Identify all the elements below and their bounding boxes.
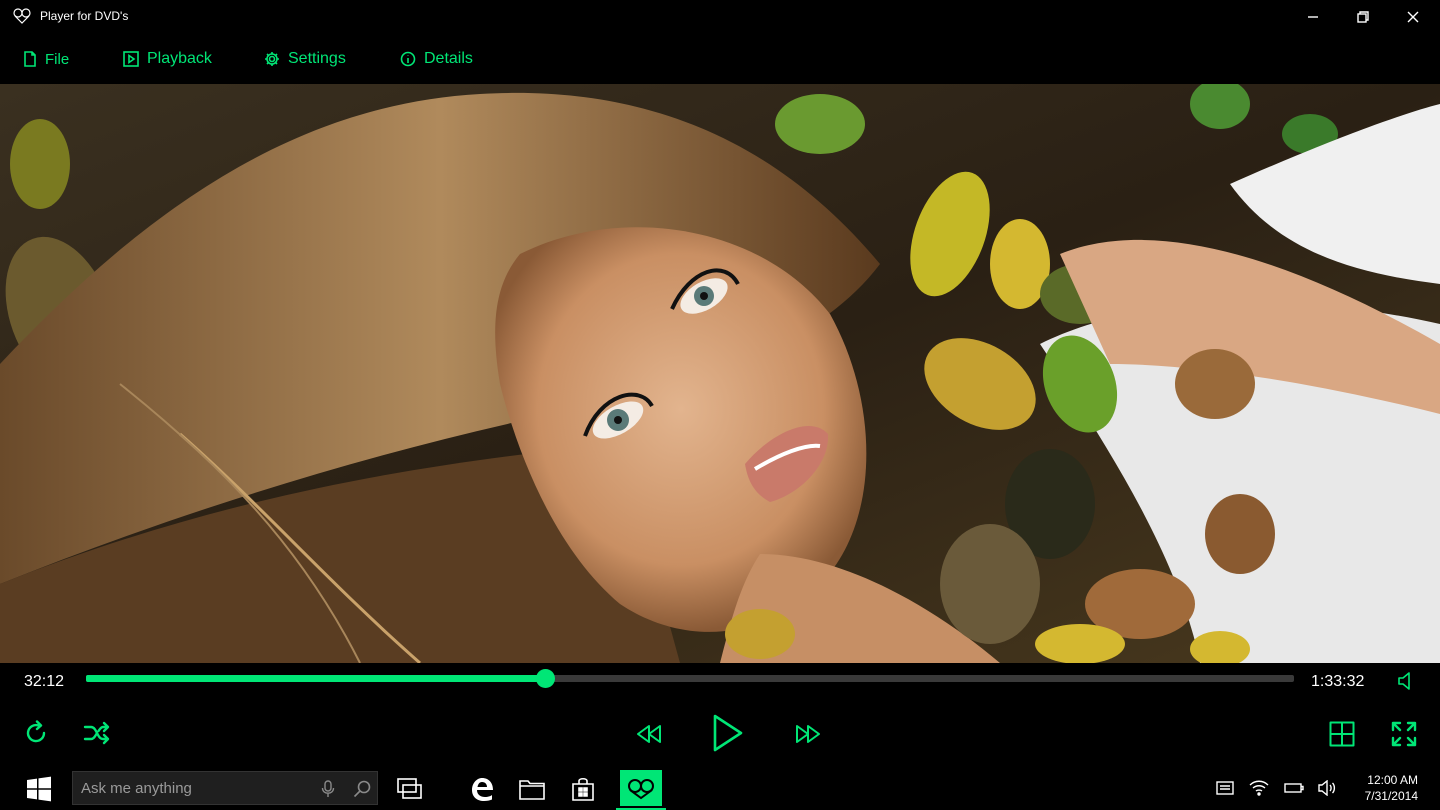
windows-logo-icon: [27, 776, 51, 801]
dvd-player-tile: [620, 769, 662, 806]
rewind-icon: [637, 725, 661, 743]
play-icon: [713, 714, 743, 752]
folder-icon: [519, 779, 545, 800]
minimize-icon: [1308, 16, 1318, 18]
fast-forward-button[interactable]: [792, 720, 824, 748]
clock-date: 7/31/2014: [1364, 789, 1418, 803]
battery-button[interactable]: [1284, 778, 1304, 798]
dvd-player-taskbar-button[interactable]: [616, 767, 666, 810]
seek-progress: [86, 675, 546, 682]
close-icon: [1407, 11, 1419, 23]
shuffle-icon: [83, 721, 110, 745]
menu-settings-label: Settings: [288, 50, 346, 67]
speaker-icon: [1398, 672, 1410, 690]
menu-details[interactable]: Details: [400, 48, 473, 70]
action-center-button[interactable]: [1216, 778, 1234, 798]
menu-settings[interactable]: Settings: [264, 48, 346, 70]
app-logo-icon: [13, 8, 31, 24]
edge-browser-button[interactable]: [460, 767, 504, 810]
play-button[interactable]: [704, 711, 748, 755]
repeat-button[interactable]: [22, 719, 50, 747]
gear-icon: [265, 52, 279, 66]
menu-details-label: Details: [424, 50, 473, 67]
rewind-button[interactable]: [633, 720, 665, 748]
seek-thumb[interactable]: [535, 669, 555, 688]
wifi-icon: [1249, 780, 1269, 796]
system-clock[interactable]: 12:00 AM 7/31/2014: [1365, 772, 1418, 804]
total-duration: 1:33:32: [1311, 673, 1365, 690]
menu-file-label: File: [45, 50, 70, 68]
menu-playback[interactable]: Playback: [123, 48, 212, 70]
title-bar: Player for DVD's: [0, 0, 1440, 34]
playback-controls: 32:12 1:33:32: [0, 663, 1440, 767]
repeat-icon: [26, 720, 46, 743]
layout-button[interactable]: [1327, 719, 1357, 749]
taskbar: 12:00 AM 7/31/2014: [0, 767, 1440, 810]
battery-icon: [1284, 783, 1304, 793]
task-view-icon: [397, 777, 422, 799]
app-logo-icon: [628, 778, 654, 799]
restore-icon: [1357, 11, 1369, 23]
minimize-button[interactable]: [1290, 4, 1336, 30]
clock-time: 12:00 AM: [1367, 773, 1418, 787]
task-view-button[interactable]: [388, 767, 432, 810]
fullscreen-icon: [1391, 721, 1417, 747]
network-button[interactable]: [1249, 778, 1269, 798]
notification-icon: [1216, 781, 1234, 795]
menu-file[interactable]: File: [23, 48, 69, 70]
video-frame[interactable]: [0, 84, 1440, 663]
microphone-icon[interactable]: [321, 780, 335, 798]
store-button[interactable]: [561, 767, 605, 810]
window-title: Player for DVD's: [40, 9, 129, 23]
grid-icon: [1329, 721, 1355, 747]
store-icon: [572, 777, 594, 801]
edge-icon: [472, 777, 493, 801]
close-button[interactable]: [1390, 4, 1436, 30]
fast-forward-icon: [796, 725, 820, 743]
video-frame-image: [0, 84, 1440, 663]
elapsed-time: 32:12: [24, 673, 65, 690]
volume-button[interactable]: [1394, 669, 1418, 693]
search-icon[interactable]: [353, 780, 371, 798]
menu-playback-label: Playback: [147, 50, 212, 67]
seek-bar[interactable]: [86, 669, 1294, 688]
file-explorer-button[interactable]: [510, 767, 554, 810]
shuffle-button[interactable]: [82, 719, 112, 747]
search-box[interactable]: [72, 771, 378, 805]
volume-tray-button[interactable]: [1318, 778, 1338, 798]
speaker-icon: [1318, 780, 1336, 796]
playback-icon: [123, 51, 139, 67]
info-icon: [400, 51, 416, 67]
menu-bar: File Playback Settings Details: [0, 34, 1440, 84]
start-button[interactable]: [14, 767, 64, 810]
fullscreen-button[interactable]: [1389, 719, 1419, 749]
search-input[interactable]: [73, 772, 313, 804]
restore-button[interactable]: [1340, 4, 1386, 30]
file-icon: [24, 51, 36, 67]
